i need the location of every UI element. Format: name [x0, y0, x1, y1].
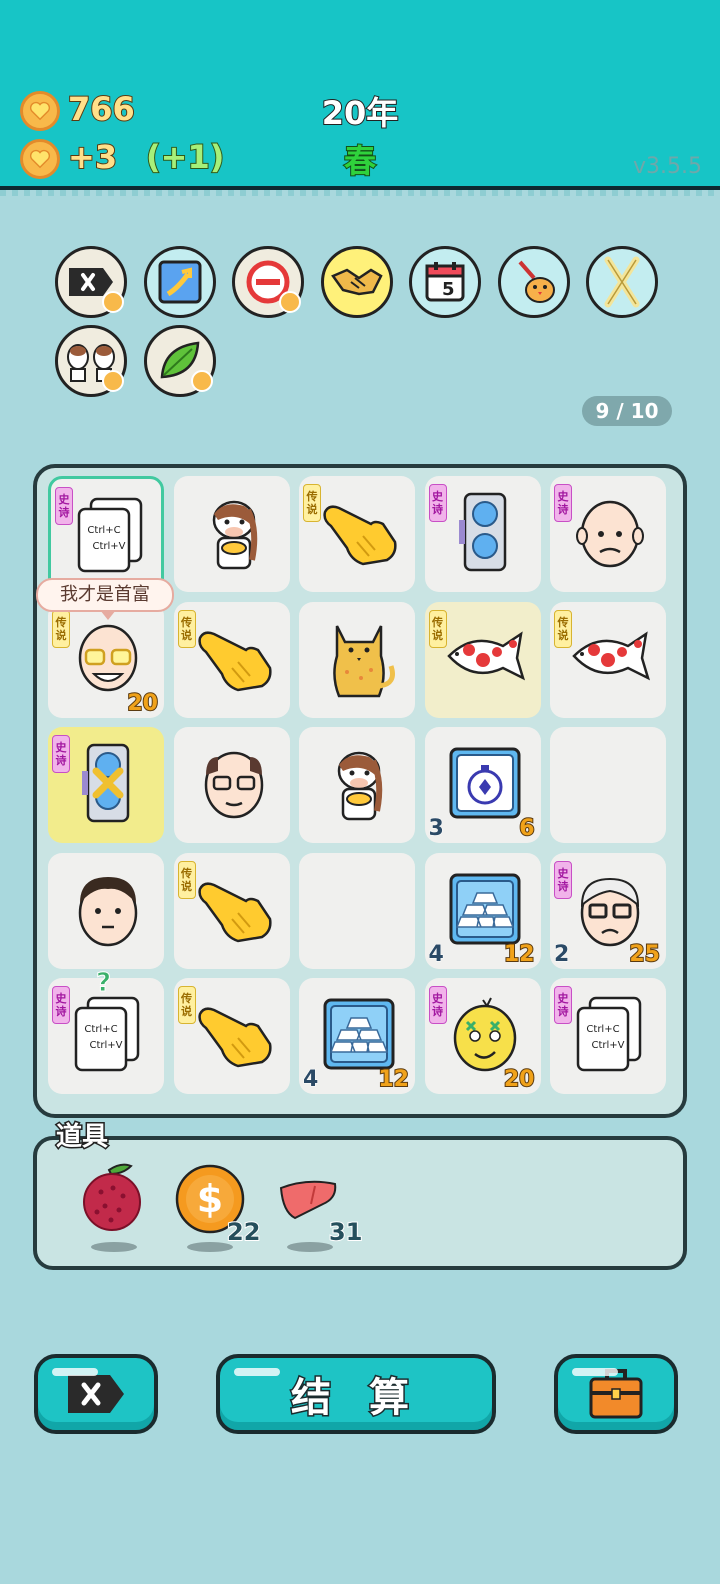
board-slot[interactable]: 传说 — [173, 601, 290, 718]
koi-fish-icon — [443, 616, 527, 700]
card-text: Ctrl+V — [92, 541, 125, 552]
board-slot[interactable]: 史诗 2 25 — [550, 852, 666, 969]
board-slot[interactable] — [550, 727, 666, 843]
board-slot[interactable]: 4 12 — [424, 852, 541, 969]
slot-count: 3 — [428, 816, 444, 842]
svg-text:$: $ — [197, 1177, 223, 1221]
upgrade-arrow-icon[interactable] — [144, 246, 216, 318]
cow-with-gold-icon — [192, 490, 276, 574]
slot-count: 4 — [302, 1067, 319, 1093]
relic-counter: 9 / 10 — [582, 396, 672, 426]
young-man-icon — [66, 867, 150, 951]
copy-paste-card-icon: Ctrl+C Ctrl+V — [69, 493, 153, 577]
props-panel: $ 22 31 — [33, 1136, 687, 1270]
gold-bars-icon — [317, 992, 401, 1076]
settle-label: 结 算 — [290, 1374, 421, 1423]
board-slot[interactable] — [173, 476, 290, 592]
remove-button[interactable] — [34, 1354, 158, 1434]
speech-bubble: 我才是首富 — [36, 578, 174, 620]
board-slot[interactable]: 传说 — [424, 601, 541, 718]
pointing-hand-icon — [317, 490, 401, 574]
leaf-icon[interactable] — [144, 325, 216, 397]
slot-value: 20 — [503, 1066, 536, 1093]
board-slot[interactable] — [173, 727, 290, 843]
card-text: Ctrl+C — [87, 525, 120, 536]
slot-count: 2 — [553, 941, 570, 967]
slot-value: 12 — [377, 1066, 410, 1093]
twin-cows-icon[interactable] — [55, 325, 127, 397]
rich-man-glasses-icon — [66, 616, 150, 700]
graphics-card-crossed-icon — [66, 741, 150, 825]
prop-count: 22 — [226, 1217, 261, 1247]
board-slot[interactable]: 史诗 Ctrl+C Ctrl+V — [550, 978, 666, 1094]
board-slot[interactable]: 4 12 — [299, 978, 415, 1094]
settle-button[interactable]: 结 算 — [216, 1354, 496, 1434]
graphics-card-icon — [443, 490, 527, 574]
cow-with-gold-icon — [317, 741, 401, 825]
man-glasses-icon — [192, 741, 276, 825]
heart-badge-icon — [191, 370, 213, 392]
heart-badge-icon — [102, 370, 124, 392]
card-text: Ctrl+C — [84, 1024, 117, 1035]
board-slot[interactable]: 史诗 Ctrl+C Ctrl+V — [48, 476, 164, 592]
pointing-hand-icon — [192, 867, 276, 951]
card-text: Ctrl+V — [591, 1040, 624, 1051]
board-slot[interactable]: 36 — [424, 727, 541, 843]
prop-count: 31 — [328, 1217, 363, 1247]
crossed-sticks-icon[interactable] — [586, 246, 658, 318]
old-man-glasses-icon — [568, 867, 652, 951]
dizzy-fruit-icon — [443, 992, 527, 1076]
bald-man-worried-icon — [568, 490, 652, 574]
pointing-hand-icon — [192, 616, 276, 700]
props-title: 道具 — [54, 1121, 109, 1154]
remove-ticket-icon — [68, 1375, 124, 1413]
board-slot[interactable]: 史诗 20 — [424, 978, 541, 1094]
heart-badge-icon — [279, 291, 301, 313]
version-label: v3.5.5 — [633, 154, 702, 179]
board-slot[interactable]: 传说 — [299, 476, 415, 592]
koi-fish-icon — [568, 616, 652, 700]
calendar-icon[interactable]: 5 — [409, 246, 481, 318]
year-label: 20年 — [321, 93, 400, 133]
inventory-button[interactable] — [554, 1354, 678, 1434]
minus-circle-icon[interactable] — [232, 246, 304, 318]
question-mark: ? — [95, 968, 112, 999]
board-slot[interactable] — [299, 601, 415, 718]
heart-badge-icon — [102, 291, 124, 313]
board-slot[interactable]: 史诗 Ctrl+C Ctrl+V? — [48, 968, 164, 1094]
board-slot[interactable] — [299, 852, 415, 969]
remove-ticket-icon[interactable] — [55, 246, 127, 318]
briefcase-icon — [589, 1369, 643, 1419]
card-text: Ctrl+V — [89, 1040, 122, 1051]
top-status-bar: 766 +3 (+1) 20年 春 v3.5.5 — [0, 0, 720, 196]
prop-shadow — [91, 1242, 137, 1252]
bayberry-icon[interactable] — [79, 1162, 149, 1232]
slot-value: 20 — [126, 690, 159, 717]
copy-paste-card-icon: Ctrl+C Ctrl+V — [66, 992, 150, 1076]
board-slot[interactable] — [299, 727, 415, 843]
board-slot[interactable] — [48, 852, 164, 969]
calendar-day: 5 — [442, 279, 455, 300]
slot-value: 25 — [628, 941, 661, 968]
handshake-icon[interactable] — [321, 246, 393, 318]
slot-value: 6 — [518, 815, 535, 842]
board-slot[interactable]: 传说 — [173, 852, 290, 969]
board-slot[interactable]: 史诗 — [424, 476, 541, 592]
stopwatch-box-icon — [443, 741, 527, 825]
board-slot[interactable]: 史诗 — [550, 476, 666, 592]
pointing-hand-icon — [192, 992, 276, 1076]
season-label: 春 — [343, 141, 377, 181]
card-text: Ctrl+C — [586, 1024, 619, 1035]
copy-paste-card-icon: Ctrl+C Ctrl+V — [568, 992, 652, 1076]
prop-shadow — [287, 1242, 333, 1252]
slot-count: 4 — [428, 941, 444, 967]
board-slot[interactable]: 传说 — [550, 601, 666, 718]
syringe-chick-icon[interactable] — [498, 246, 570, 318]
cat-icon — [317, 616, 401, 700]
board-slot[interactable]: 传说 — [173, 978, 290, 1094]
gold-bars-icon — [443, 867, 527, 951]
board-slot[interactable]: 史诗 — [48, 727, 164, 843]
slot-value: 12 — [503, 941, 536, 968]
